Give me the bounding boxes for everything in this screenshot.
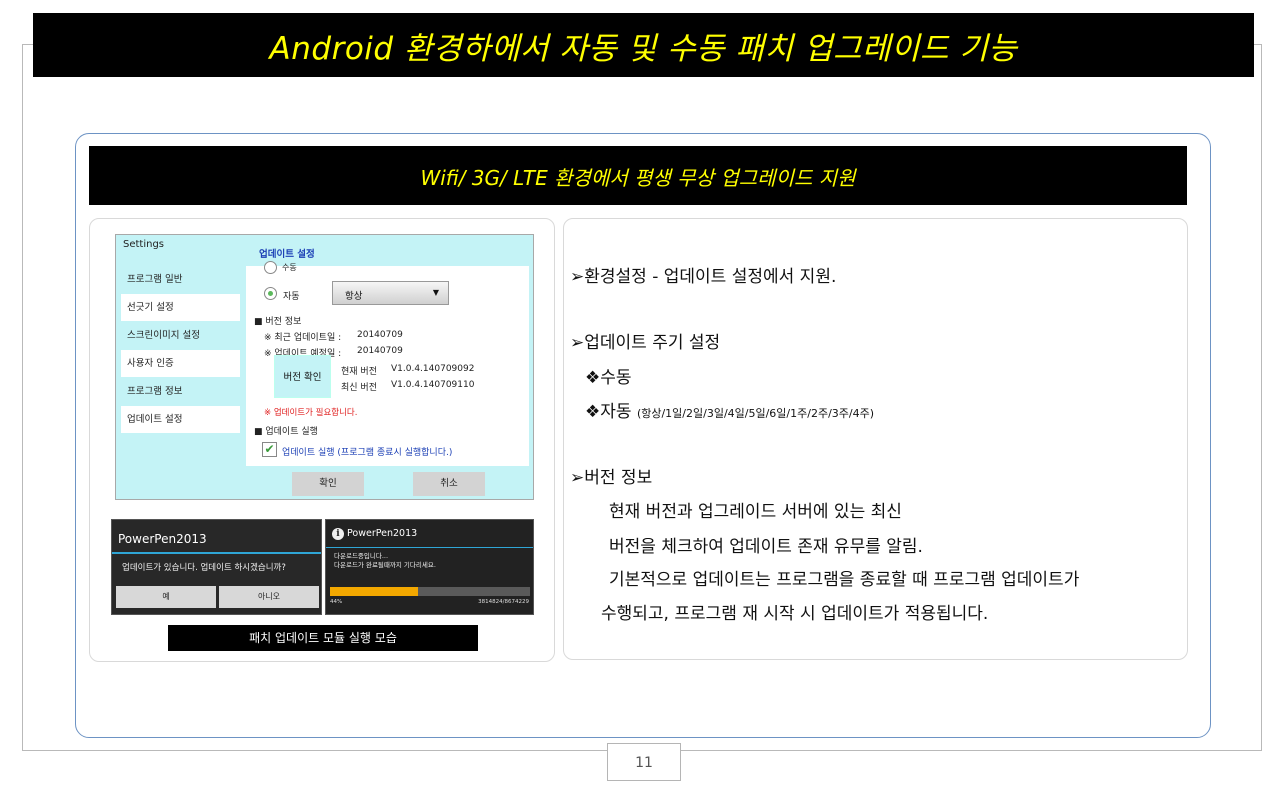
dialog-title: PowerPen2013 bbox=[118, 532, 207, 546]
dialog-title: PowerPen2013 bbox=[347, 528, 418, 539]
cancel-button[interactable]: 취소 bbox=[413, 472, 485, 496]
download-progress-dialog: i PowerPen2013 다운로드중입니다... 다운로드가 완료될때까지 … bbox=[325, 519, 534, 615]
sidebar-item-line-settings[interactable]: 선긋기 설정 bbox=[121, 294, 240, 321]
version-desc-line-1: 현재 버전과 업그레이드 서버에 있는 최신 bbox=[609, 502, 902, 522]
settings-window-title: Settings bbox=[123, 239, 165, 250]
last-update-value: 20140709 bbox=[357, 330, 403, 340]
no-button[interactable]: 아니오 bbox=[219, 586, 319, 608]
version-desc-line-2: 버전을 체크하여 업데이트 존재 유무를 알림. bbox=[609, 537, 923, 557]
item-auto-label: ❖자동 bbox=[585, 402, 632, 422]
page-number: 11 bbox=[607, 743, 681, 781]
progress-fill bbox=[330, 587, 418, 596]
screenshot-caption: 패치 업데이트 모듈 실행 모습 bbox=[168, 625, 478, 651]
update-settings-header: 업데이트 설정 bbox=[259, 249, 315, 260]
dialog-divider bbox=[326, 547, 533, 548]
auto-label: 자동 bbox=[283, 292, 300, 302]
settings-sidebar: 프로그램 일반 선긋기 설정 스크린이미지 설정 사용자 인증 프로그램 정보 … bbox=[121, 266, 240, 434]
last-update-label: ※ 최근 업데이트일 : bbox=[264, 333, 342, 343]
version-check-button[interactable]: 버전 확인 bbox=[274, 355, 331, 398]
version-info-heading: ■ 버전 정보 bbox=[254, 317, 302, 327]
dropdown-value: 항상 bbox=[345, 291, 363, 302]
manual-radio[interactable] bbox=[264, 261, 277, 274]
latest-version-value: V1.0.4.140709110 bbox=[391, 380, 475, 390]
sidebar-item-user-auth[interactable]: 사용자 인증 bbox=[121, 350, 240, 377]
update-prompt-dialog: PowerPen2013 업데이트가 있습니다. 업데이트 하시겠습니까? 예 … bbox=[111, 519, 322, 615]
sidebar-item-program-general[interactable]: 프로그램 일반 bbox=[121, 266, 240, 293]
item-manual: ❖수동 bbox=[585, 368, 632, 388]
title-bar: Android 환경하에서 자동 및 수동 패치 업그레이드 기능 bbox=[33, 13, 1254, 77]
progress-bytes: 3814824/8674229 bbox=[478, 599, 529, 605]
ok-button[interactable]: 확인 bbox=[292, 472, 364, 496]
item-auto: ❖자동 (항상/1일/2일/3일/4일/5일/6일/1주/2주/3주/4주) bbox=[585, 397, 874, 422]
sidebar-item-update-settings[interactable]: 업데이트 설정 bbox=[121, 406, 240, 433]
sidebar-item-program-info[interactable]: 프로그램 정보 bbox=[121, 378, 240, 405]
update-run-checkbox-label: 업데이트 실행 (프로그램 종료시 실행합니다.) bbox=[282, 448, 453, 458]
auto-radio[interactable] bbox=[264, 287, 277, 300]
item-auto-detail: (항상/1일/2일/3일/4일/5일/6일/1주/2주/3주/4주) bbox=[636, 407, 875, 420]
sidebar-item-screen-image[interactable]: 스크린이미지 설정 bbox=[121, 322, 240, 349]
info-icon: i bbox=[332, 528, 344, 540]
check-icon[interactable]: ✔ bbox=[262, 442, 277, 457]
download-message: 다운로드중입니다... 다운로드가 완료될때까지 기다리세요. bbox=[334, 552, 436, 570]
dialog-message: 업데이트가 있습니다. 업데이트 하시겠습니까? bbox=[122, 563, 286, 573]
item-update-cycle: ➢업데이트 주기 설정 bbox=[570, 333, 721, 353]
settings-screenshot: Settings 업데이트 설정 프로그램 일반 선긋기 설정 스크린이미지 설… bbox=[115, 234, 534, 500]
update-cycle-dropdown[interactable]: 항상 ▼ bbox=[332, 281, 449, 305]
current-version-value: V1.0.4.140709092 bbox=[391, 364, 475, 374]
download-line-1: 다운로드중입니다... bbox=[334, 552, 389, 560]
chevron-down-icon: ▼ bbox=[432, 288, 439, 297]
item-env-settings: ➢환경설정 - 업데이트 설정에서 지원. bbox=[570, 267, 837, 287]
item-version-info: ➢버전 정보 bbox=[570, 468, 653, 488]
next-update-value: 20140709 bbox=[357, 346, 403, 356]
slide-title: Android 환경하에서 자동 및 수동 패치 업그레이드 기능 bbox=[269, 31, 1018, 67]
progress-percent: 44% bbox=[330, 599, 343, 605]
slide-subtitle: Wifi/ 3G/ LTE 환경에서 평생 무상 업그레이드 지원 bbox=[420, 166, 856, 190]
version-desc-line-3: 기본적으로 업데이트는 프로그램을 종료할 때 프로그램 업데이트가 bbox=[609, 570, 1080, 590]
version-desc-line-4: 수행되고, 프로그램 재 시작 시 업데이트가 적용됩니다. bbox=[601, 604, 989, 624]
current-version-label: 현재 버전 bbox=[341, 367, 377, 377]
update-run-heading: ■ 업데이트 실행 bbox=[254, 427, 318, 437]
update-needed-notice: ※ 업데이트가 필요합니다. bbox=[264, 408, 358, 418]
update-settings-content: 수동 자동 항상 ▼ ■ 버전 정보 ※ 최근 업데이트일 : 20140709… bbox=[246, 261, 529, 466]
dialog-divider bbox=[112, 552, 321, 554]
latest-version-label: 최신 버전 bbox=[341, 383, 377, 393]
download-line-2: 다운로드가 완료될때까지 기다리세요. bbox=[334, 561, 436, 569]
progress-bar bbox=[330, 587, 530, 596]
yes-button[interactable]: 예 bbox=[116, 586, 216, 608]
manual-label: 수동 bbox=[282, 263, 297, 272]
subtitle-bar: Wifi/ 3G/ LTE 환경에서 평생 무상 업그레이드 지원 bbox=[89, 146, 1187, 205]
